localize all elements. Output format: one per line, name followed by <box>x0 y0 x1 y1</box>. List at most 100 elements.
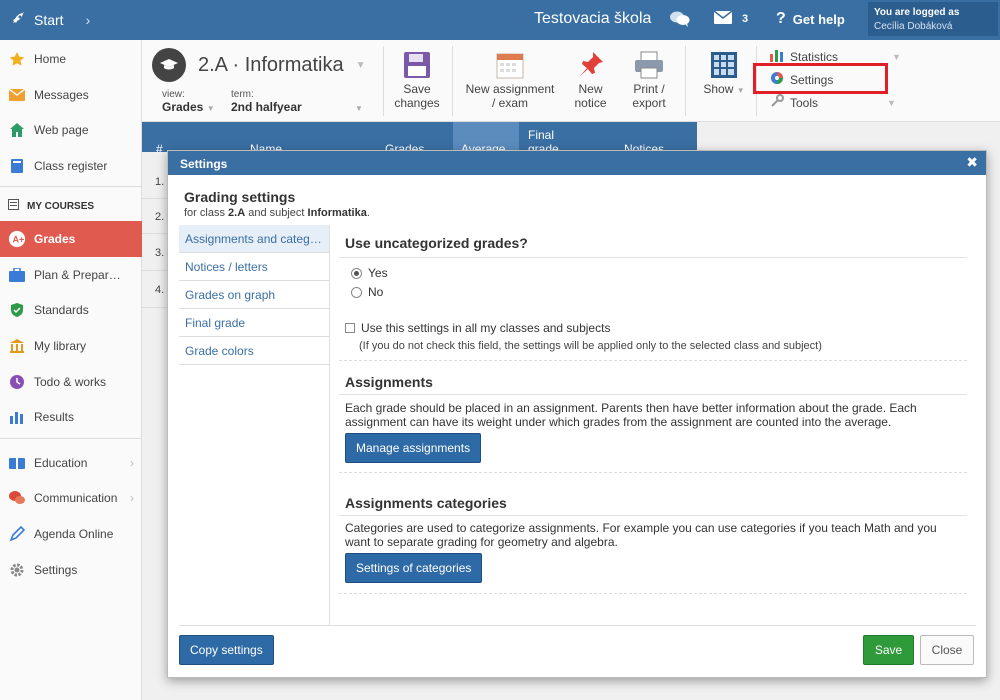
clock-icon <box>8 373 26 391</box>
view-value: Grades <box>162 100 204 114</box>
radio-no-label: No <box>368 285 384 299</box>
start-label: Start <box>34 12 64 28</box>
sidebar-item-label: Standards <box>34 303 89 317</box>
row-divider <box>142 270 167 271</box>
row-number: 1. <box>155 176 165 188</box>
print-label-2: export <box>632 96 666 110</box>
calendar-icon <box>462 48 558 82</box>
graduation-cap-icon <box>152 48 186 82</box>
sidebar-item-settings[interactable]: Settings <box>0 553 142 587</box>
view-selector[interactable]: Grades ▼ <box>162 100 215 114</box>
radio-yes-circle[interactable] <box>351 267 362 279</box>
book-icon <box>8 157 26 175</box>
sidebar-item-home[interactable]: Home <box>0 42 142 76</box>
use-all-checkbox[interactable] <box>345 323 355 333</box>
help-label: Get help <box>792 11 845 27</box>
save-changes-button[interactable]: Save changes <box>392 48 442 110</box>
sidebar-item-results[interactable]: Results <box>0 400 142 434</box>
envelope-icon <box>713 10 733 27</box>
new-assignment-label-1: New assignment <box>465 82 555 96</box>
toolbar: 2.A · Informatika ▼ view: Grades ▼ term:… <box>142 40 1000 122</box>
new-notice-label-1: New <box>578 82 603 96</box>
start-menu[interactable]: Start › <box>10 0 90 40</box>
sidebar-item-label: Agenda Online <box>34 527 114 541</box>
chat-button[interactable] <box>669 10 691 31</box>
settings-of-categories-button[interactable]: Settings of categories <box>345 553 483 583</box>
sidebar-item-plan[interactable]: Plan & Prepar… <box>0 258 142 292</box>
save-button[interactable]: Save <box>863 635 914 665</box>
sidebar-item-label: My library <box>34 339 87 353</box>
sidebar-item-label: Results <box>34 410 75 424</box>
chat-icon <box>8 489 26 507</box>
nav-assignments-categories[interactable]: Assignments and categories <box>179 225 330 253</box>
nav-grades-on-graph[interactable]: Grades on graph <box>179 281 330 309</box>
sidebar-item-standards[interactable]: Standards <box>0 293 142 327</box>
sidebar-item-label: Education <box>34 456 88 470</box>
section-divider <box>339 472 967 473</box>
help-button[interactable]: ? Get help <box>776 10 845 28</box>
user-panel[interactable]: You are logged as Cecília Dobáková <box>868 2 998 36</box>
sidebar-item-web-page[interactable]: Web page <box>0 113 142 147</box>
tools-menu[interactable]: Tools ▼ <box>770 94 896 111</box>
settings-dialog: Settings ✖ Grading settings for class 2.… <box>167 150 987 678</box>
sub-subject: Informatika <box>307 207 367 219</box>
library-icon <box>8 337 26 355</box>
pushpin-icon <box>568 48 613 82</box>
dialog-header: Settings ✖ <box>168 151 986 175</box>
nav-final-grade[interactable]: Final grade <box>179 309 330 337</box>
sidebar-divider <box>0 186 142 187</box>
new-notice-button[interactable]: New notice <box>568 48 613 110</box>
sidebar-item-class-register[interactable]: Class register <box>0 149 142 183</box>
sidebar-item-education[interactable]: Education › <box>0 446 142 480</box>
user-name: Cecília Dobáková <box>874 21 953 32</box>
settings-highlight-box <box>753 63 888 94</box>
show-button[interactable]: Show ▼ <box>696 48 752 98</box>
new-notice-label-2: notice <box>574 96 607 110</box>
briefcase-icon <box>8 266 26 284</box>
sidebar-item-todo[interactable]: Todo & works <box>0 365 142 399</box>
sidebar-item-communication[interactable]: Communication › <box>0 481 142 515</box>
term-selector[interactable]: 2nd halfyear ▼ <box>231 100 363 114</box>
chevron-down-icon: ▼ <box>892 52 901 62</box>
radio-no[interactable]: No <box>351 285 383 299</box>
sidebar-item-agenda[interactable]: Agenda Online <box>0 517 142 551</box>
section-divider <box>339 360 967 361</box>
copy-settings-button[interactable]: Copy settings <box>179 635 274 665</box>
col-hash: # <box>156 142 163 156</box>
categories-description: Categories are used to categorize assign… <box>345 521 937 549</box>
nav-grade-colors[interactable]: Grade colors <box>179 337 330 365</box>
sidebar-item-library[interactable]: My library <box>0 329 142 363</box>
nav-notices-letters[interactable]: Notices / letters <box>179 253 330 281</box>
sidebar: Home Messages Web page Class register MY… <box>0 40 142 700</box>
sidebar-item-label: Communication <box>34 491 118 505</box>
shield-check-icon <box>8 301 26 319</box>
save-label-2: changes <box>394 96 440 110</box>
uncategorized-heading: Use uncategorized grades? <box>345 235 528 251</box>
statistics-label: Statistics <box>790 50 839 64</box>
sidebar-item-messages[interactable]: Messages <box>0 78 142 112</box>
close-icon[interactable]: ✖ <box>966 154 978 171</box>
new-assignment-button[interactable]: New assignment / exam <box>462 48 558 110</box>
chevron-down-icon: ▼ <box>206 104 215 113</box>
show-label: Show <box>703 82 734 96</box>
messages-button[interactable]: 3 <box>713 10 749 27</box>
grading-settings-subtitle: for class 2.A and subject Informatika. <box>184 207 370 219</box>
print-export-button[interactable]: Print / export <box>626 48 672 110</box>
view-label: view: <box>162 89 185 100</box>
term-label: term: <box>231 89 254 100</box>
sub-middle: and subject <box>248 207 305 219</box>
manage-assignments-button[interactable]: Manage assignments <box>345 433 482 463</box>
top-bar: Start › Testovacia škola 3 ? Get help Yo… <box>0 0 1000 40</box>
new-assignment-label-2: / exam <box>491 96 528 110</box>
radio-yes[interactable]: Yes <box>351 266 388 280</box>
nav-divider <box>329 225 330 625</box>
row-divider <box>142 233 167 234</box>
row-divider <box>142 307 167 308</box>
close-button[interactable]: Close <box>920 635 974 665</box>
mail-count: 3 <box>742 13 749 25</box>
use-all-checkbox-row[interactable]: Use this settings in all my classes and … <box>345 321 610 335</box>
radio-no-circle[interactable] <box>351 286 362 298</box>
sidebar-item-grades[interactable]: A+ Grades <box>0 221 142 257</box>
printer-icon <box>626 48 672 82</box>
class-selector[interactable]: 2.A · Informatika ▼ <box>152 48 366 82</box>
